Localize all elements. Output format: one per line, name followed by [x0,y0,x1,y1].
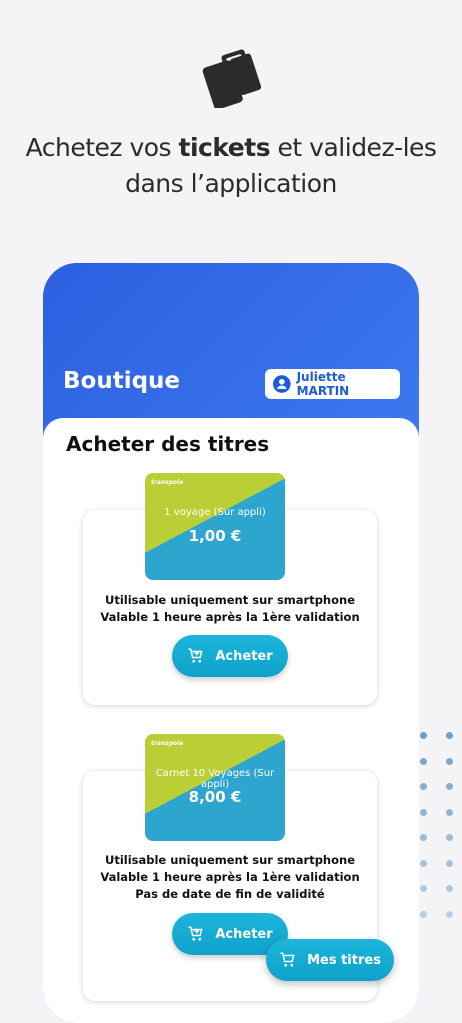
ticket-price: 8,00 € [188,788,242,806]
offer-card: transpole 1 voyage (Sur appli) 1,00 € Ut… [83,473,377,705]
decorative-dot [446,885,453,892]
cart-plus-icon [188,648,203,663]
decorative-dot [446,834,453,841]
shop-sheet: Acheter des titres transpole 1 voyage (S… [43,418,419,1023]
tickets-icon [202,49,262,108]
decorative-dot [420,783,427,790]
decorative-dot [420,808,427,816]
decorative-dot [446,859,453,867]
decorative-dot [420,859,427,867]
decorative-dot [420,910,427,918]
ticket-name: 1 voyage (Sur appli) [164,507,266,518]
my-tickets-label: Mes titres [307,952,381,968]
user-profile-button[interactable]: Juliette MARTIN [265,369,400,399]
decorative-dot [446,910,453,918]
offer-description: Utilisable uniquement sur smartphone Val… [100,593,360,624]
decorative-dot [420,834,427,841]
app-title: Boutique [63,368,181,394]
ticket-image: transpole Carnet 10 Voyages (Sur appli) … [145,734,285,841]
buy-button-label: Acheter [215,648,273,664]
buy-button-label: Acheter [215,926,273,942]
decorative-dot [446,732,453,739]
section-title: Acheter des titres [66,432,270,456]
ticket-image: transpole 1 voyage (Sur appli) 1,00 € [145,473,285,580]
cart-plus-icon [188,926,203,941]
ticket-brand: transpole [151,479,184,486]
ticket-brand: transpole [151,740,184,747]
offer-description: Utilisable uniquement sur smartphone Val… [100,853,360,901]
phone-mockup: Boutique Juliette MARTIN Acheter des tit… [43,263,419,1023]
user-circle-icon [273,375,291,393]
decorative-dot [420,757,427,765]
ticket-price: 1,00 € [188,527,242,545]
user-name: Juliette MARTIN [296,370,350,398]
headline: Achetez vos tickets et validez-les dans … [25,133,437,198]
decorative-dot [446,783,453,790]
decorative-dot [446,808,453,816]
decorative-dot [420,732,427,739]
decorative-dot [446,757,453,765]
buy-button[interactable]: Acheter [172,635,288,677]
cart-icon [280,952,295,967]
decorative-dot [420,885,427,892]
ticket-name: Carnet 10 Voyages (Sur appli) [155,768,275,790]
my-tickets-button[interactable]: Mes titres [266,939,394,981]
